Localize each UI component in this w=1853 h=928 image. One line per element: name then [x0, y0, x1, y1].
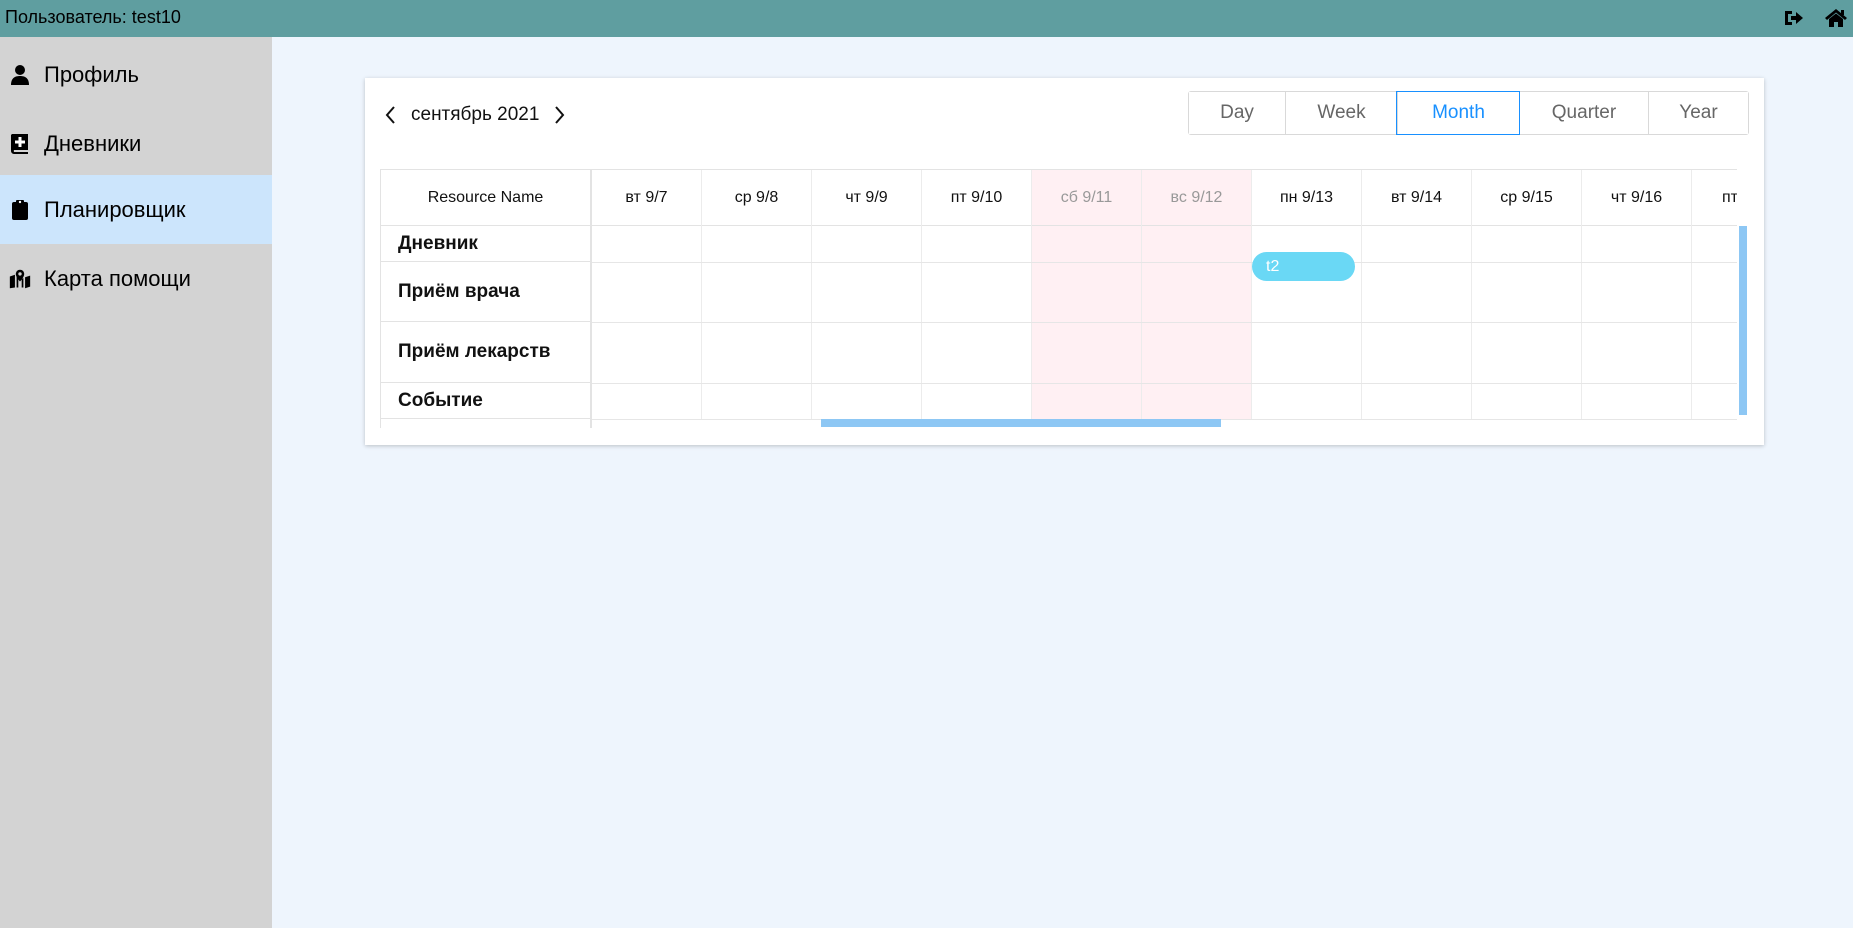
sidebar-item-label: Профиль [44, 61, 139, 87]
resource-row: Дневник [381, 226, 590, 262]
map-marker-icon [9, 268, 31, 290]
chevron-right-icon [555, 106, 565, 124]
day-header: пт 9/17 [1692, 170, 1737, 226]
logout-icon[interactable] [1779, 5, 1807, 31]
day-header: пн 9/13 [1252, 170, 1361, 226]
sidebar-item-profile[interactable]: Профиль [0, 40, 272, 109]
sidebar-item-label: Дневники [44, 130, 142, 156]
row-divider [592, 322, 1737, 323]
day-header: ср 9/8 [702, 170, 811, 226]
home-icon[interactable] [1822, 5, 1850, 31]
day-header: пт 9/10 [922, 170, 1031, 226]
resource-column: Resource Name Дневник Приём врача Приём … [381, 170, 592, 428]
chevron-left-icon [385, 106, 395, 124]
diary-icon [9, 133, 31, 155]
sidebar-item-label: Планировщик [44, 196, 186, 222]
top-bar: Пользователь: test10 [0, 0, 1853, 37]
sidebar-item-planner[interactable]: Планировщик [0, 175, 272, 244]
view-year-button[interactable]: Year [1648, 92, 1748, 134]
row-divider [592, 383, 1737, 384]
sidebar-item-diaries[interactable]: Дневники [0, 109, 272, 178]
horizontal-scrollbar[interactable] [821, 419, 1221, 427]
day-header: чт 9/9 [812, 170, 921, 226]
scheduler-card: сентябрь 2021 Day Week Month Quarter Yea… [365, 78, 1764, 445]
row-divider [592, 262, 1737, 263]
view-quarter-button[interactable]: Quarter [1519, 92, 1648, 134]
sidebar-item-label: Карта помощи [44, 265, 191, 291]
period-navigator: сентябрь 2021 [379, 98, 571, 132]
current-user-label: Пользователь: test10 [5, 7, 181, 27]
day-header: сб 9/11 [1032, 170, 1141, 226]
view-day-button[interactable]: Day [1189, 92, 1285, 134]
schedule-grid: вт 9/7 ср 9/8 чт 9/9 пт 9/10 сб 9/11 вс … [380, 169, 1737, 428]
event-bar[interactable]: t2 [1252, 252, 1355, 281]
current-period-label: сентябрь 2021 [411, 104, 540, 125]
resource-row: Событие [381, 383, 590, 419]
resource-column-header: Resource Name [381, 170, 590, 226]
vertical-scrollbar[interactable] [1739, 226, 1747, 415]
view-week-button[interactable]: Week [1285, 92, 1397, 134]
day-header: чт 9/16 [1582, 170, 1691, 226]
user-icon [9, 64, 31, 86]
sidebar-item-help-map[interactable]: Карта помощи [0, 244, 272, 313]
resource-row: Приём врача [381, 262, 590, 322]
day-header: ср 9/15 [1472, 170, 1581, 226]
view-month-button[interactable]: Month [1396, 91, 1520, 135]
view-switcher: Day Week Month Quarter Year [1188, 91, 1749, 135]
sidebar: Профиль Дневники Планировщик Карта помощ… [0, 37, 272, 928]
previous-period-button[interactable] [379, 98, 401, 132]
next-period-button[interactable] [549, 98, 571, 132]
resource-row: Приём лекарств [381, 322, 590, 383]
day-header: вт 9/7 [592, 170, 701, 226]
clipboard-icon [9, 199, 31, 221]
day-header: вс 9/12 [1142, 170, 1251, 226]
day-header: вт 9/14 [1362, 170, 1471, 226]
